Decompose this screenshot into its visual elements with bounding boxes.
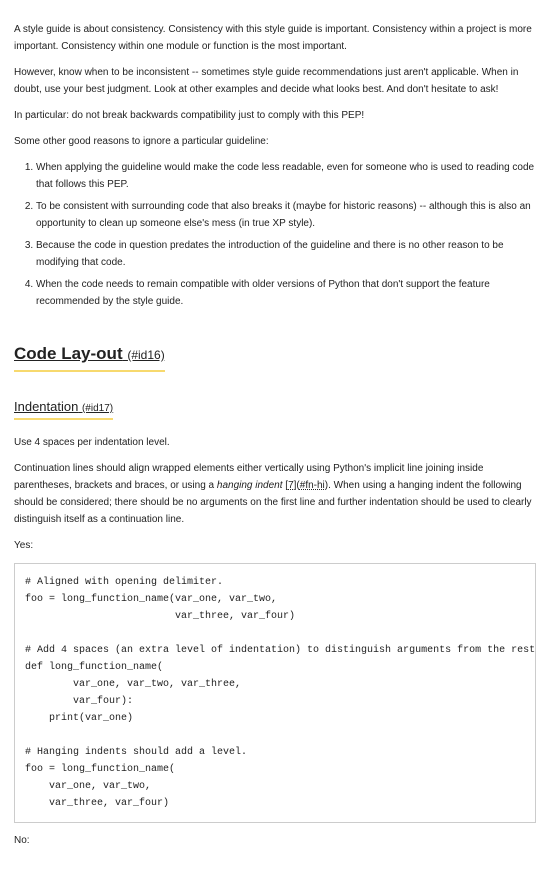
paragraph-continuation: Continuation lines should align wrapped … [14,460,536,528]
code-block-yes: # Aligned with opening delimiter. foo = … [14,563,536,823]
heading-code-layout-anchor[interactable]: (#id16) [127,348,164,362]
heading-indentation-anchor[interactable]: (#id17) [82,403,113,414]
paragraph-reasons-intro: Some other good reasons to ignore a part… [14,133,536,150]
paragraph-consistency: A style guide is about consistency. Cons… [14,21,536,55]
paragraph-indent-rule: Use 4 spaces per indentation level. [14,434,536,451]
no-label: No: [14,832,536,849]
heading-code-layout: Code Lay-out (#id16) [14,340,165,372]
hanging-indent-term: hanging indent [217,480,283,491]
reason-item: Because the code in question predates th… [36,237,536,271]
reason-item: When the code needs to remain compatible… [36,276,536,310]
yes-label: Yes: [14,537,536,554]
reason-item: To be consistent with surrounding code t… [36,198,536,232]
reasons-list: When applying the guideline would make t… [14,159,536,310]
heading-indentation: Indentation (#id17) [14,396,113,420]
heading-indentation-text: Indentation [14,399,78,414]
ref-link[interactable]: #fn-hi [300,480,325,491]
paragraph-compat: In particular: do not break backwards co… [14,107,536,124]
heading-code-layout-text: Code Lay-out [14,344,123,363]
reason-item: When applying the guideline would make t… [36,159,536,193]
paragraph-inconsistent: However, know when to be inconsistent --… [14,64,536,98]
